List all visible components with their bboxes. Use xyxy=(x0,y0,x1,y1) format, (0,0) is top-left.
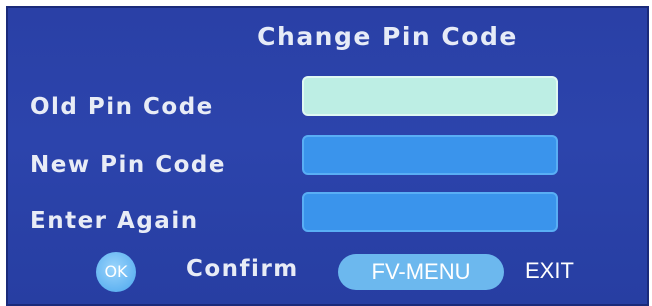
exit-label[interactable]: EXIT xyxy=(525,258,574,284)
confirm-label: Confirm xyxy=(186,256,299,282)
new-pin-label: New Pin Code xyxy=(30,152,226,178)
new-pin-input[interactable] xyxy=(302,135,558,175)
enter-again-label: Enter Again xyxy=(30,208,199,234)
enter-again-input[interactable] xyxy=(302,192,558,232)
ok-button[interactable]: OK xyxy=(96,252,136,292)
fv-menu-button[interactable]: FV-MENU xyxy=(338,254,504,290)
old-pin-label: Old Pin Code xyxy=(30,94,214,120)
old-pin-input[interactable] xyxy=(302,76,558,116)
dialog-title: Change Pin Code xyxy=(257,22,518,51)
